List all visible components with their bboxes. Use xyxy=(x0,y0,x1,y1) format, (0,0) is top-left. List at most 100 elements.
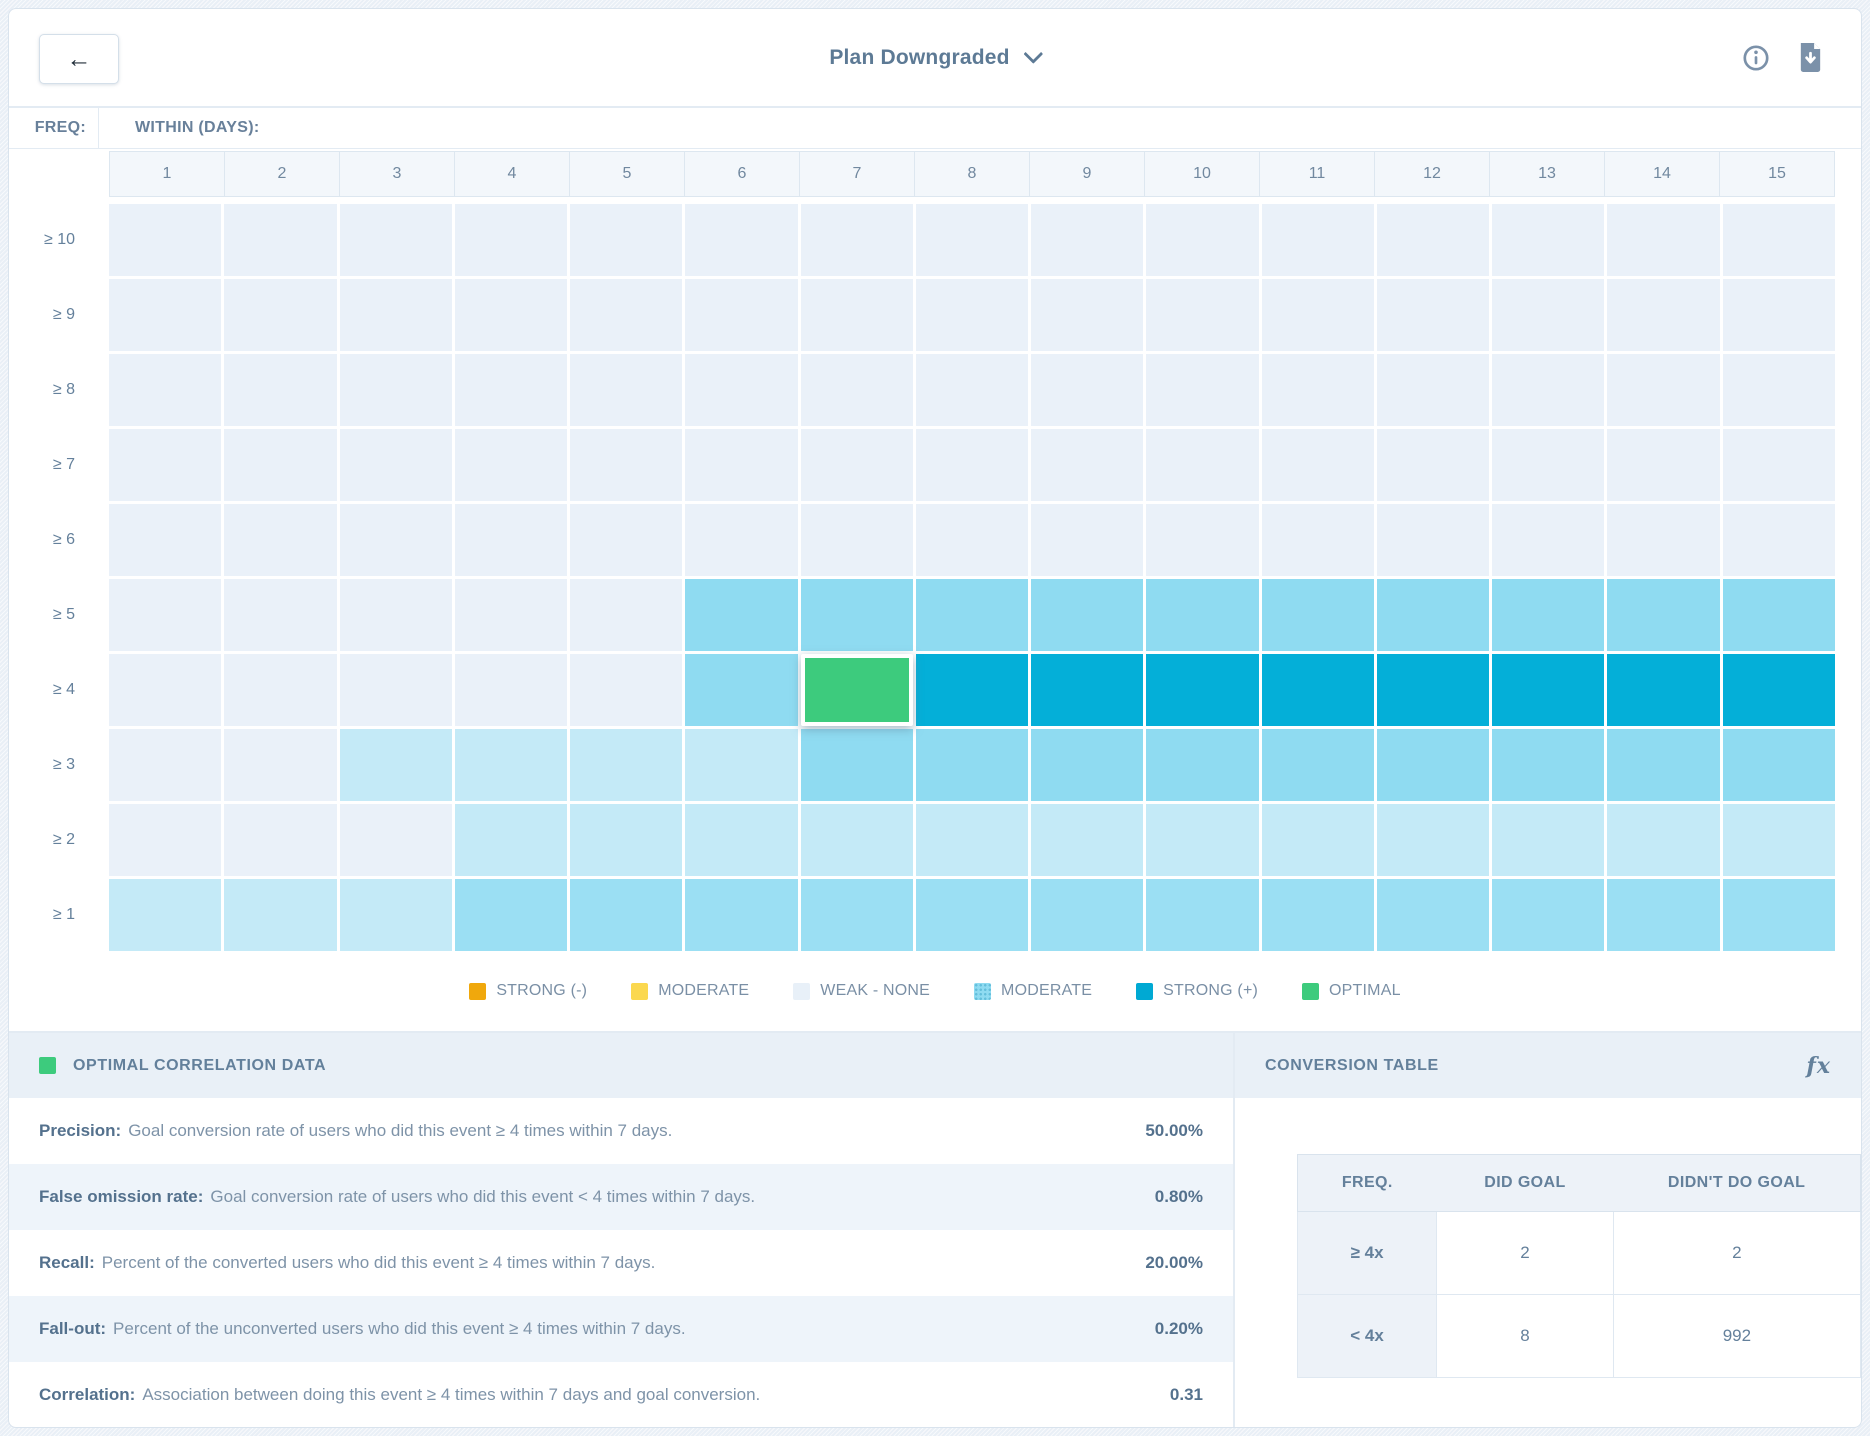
heatmap-cell[interactable] xyxy=(224,504,336,576)
heatmap-cell[interactable] xyxy=(1492,579,1604,651)
heatmap-cell[interactable] xyxy=(1607,204,1719,276)
heatmap-cell[interactable] xyxy=(455,729,567,801)
heatmap-cell[interactable] xyxy=(455,504,567,576)
heatmap-cell[interactable] xyxy=(1262,579,1374,651)
heatmap-cell[interactable] xyxy=(1031,279,1143,351)
heatmap-cell[interactable] xyxy=(1723,429,1835,501)
heatmap-cell[interactable] xyxy=(685,204,797,276)
heatmap-cell[interactable] xyxy=(916,804,1028,876)
heatmap-cell[interactable] xyxy=(685,504,797,576)
heatmap-cell[interactable] xyxy=(224,354,336,426)
heatmap-cell[interactable] xyxy=(1723,804,1835,876)
heatmap-cell[interactable] xyxy=(1031,879,1143,951)
heatmap-cell[interactable] xyxy=(570,729,682,801)
heatmap-cell[interactable] xyxy=(916,579,1028,651)
heatmap-cell[interactable] xyxy=(916,279,1028,351)
heatmap-cell[interactable] xyxy=(1492,804,1604,876)
heatmap-cell[interactable] xyxy=(1146,354,1258,426)
heatmap-cell[interactable] xyxy=(1607,354,1719,426)
heatmap-cell[interactable] xyxy=(685,879,797,951)
heatmap-cell[interactable] xyxy=(1377,879,1489,951)
heatmap-cell[interactable] xyxy=(1377,204,1489,276)
heatmap-cell[interactable] xyxy=(1262,279,1374,351)
heatmap-cell[interactable] xyxy=(109,204,221,276)
heatmap-cell[interactable] xyxy=(1262,804,1374,876)
heatmap-cell[interactable] xyxy=(1723,879,1835,951)
heatmap-cell[interactable] xyxy=(1262,504,1374,576)
heatmap-cell[interactable] xyxy=(340,579,452,651)
heatmap-cell[interactable] xyxy=(1377,429,1489,501)
heatmap-cell[interactable] xyxy=(1146,204,1258,276)
heatmap-cell[interactable] xyxy=(801,729,913,801)
heatmap-cell[interactable] xyxy=(455,279,567,351)
heatmap-cell[interactable] xyxy=(1031,729,1143,801)
heatmap-cell[interactable] xyxy=(109,279,221,351)
heatmap-cell[interactable] xyxy=(1031,429,1143,501)
heatmap-cell[interactable] xyxy=(685,354,797,426)
heatmap-cell[interactable] xyxy=(801,354,913,426)
heatmap-cell[interactable] xyxy=(685,654,797,726)
heatmap-cell[interactable] xyxy=(1146,879,1258,951)
heatmap-cell[interactable] xyxy=(109,879,221,951)
heatmap-cell[interactable] xyxy=(1031,354,1143,426)
download-icon[interactable] xyxy=(1798,43,1823,72)
heatmap-cell[interactable] xyxy=(1492,354,1604,426)
heatmap-cell[interactable] xyxy=(1377,654,1489,726)
heatmap-cell[interactable] xyxy=(1607,804,1719,876)
heatmap-cell[interactable] xyxy=(1377,354,1489,426)
heatmap-cell[interactable] xyxy=(916,654,1028,726)
heatmap-cell[interactable] xyxy=(1723,204,1835,276)
heatmap-cell[interactable] xyxy=(1262,204,1374,276)
heatmap-cell[interactable] xyxy=(1607,879,1719,951)
heatmap-cell[interactable] xyxy=(1723,504,1835,576)
heatmap-cell[interactable] xyxy=(1146,579,1258,651)
heatmap-cell[interactable] xyxy=(1723,654,1835,726)
heatmap-cell[interactable] xyxy=(801,879,913,951)
heatmap-cell[interactable] xyxy=(916,204,1028,276)
heatmap-cell[interactable] xyxy=(1377,804,1489,876)
heatmap-cell[interactable] xyxy=(1377,579,1489,651)
heatmap-cell[interactable] xyxy=(1607,504,1719,576)
heatmap-cell[interactable] xyxy=(455,429,567,501)
heatmap-cell[interactable] xyxy=(1492,504,1604,576)
heatmap-cell[interactable] xyxy=(340,504,452,576)
heatmap-cell[interactable] xyxy=(455,804,567,876)
heatmap-cell[interactable] xyxy=(1723,579,1835,651)
heatmap-cell[interactable] xyxy=(1723,279,1835,351)
fx-formula-icon[interactable]: fx xyxy=(1806,1053,1831,1079)
heatmap-cell[interactable] xyxy=(1492,729,1604,801)
heatmap-cell[interactable] xyxy=(801,579,913,651)
heatmap-cell[interactable] xyxy=(340,429,452,501)
heatmap-cell[interactable] xyxy=(570,279,682,351)
heatmap-cell[interactable] xyxy=(1377,279,1489,351)
heatmap-cell[interactable] xyxy=(1031,579,1143,651)
heatmap-cell[interactable] xyxy=(455,654,567,726)
heatmap-cell[interactable] xyxy=(685,279,797,351)
heatmap-cell[interactable] xyxy=(109,579,221,651)
heatmap-cell[interactable] xyxy=(1262,729,1374,801)
heatmap-cell[interactable] xyxy=(109,729,221,801)
heatmap-cell[interactable] xyxy=(916,729,1028,801)
heatmap-cell[interactable] xyxy=(1146,729,1258,801)
back-button[interactable]: ← xyxy=(39,34,119,84)
heatmap-cell[interactable] xyxy=(340,804,452,876)
heatmap-cell[interactable] xyxy=(1492,879,1604,951)
heatmap-cell[interactable] xyxy=(224,654,336,726)
heatmap-cell[interactable] xyxy=(801,804,913,876)
heatmap-cell[interactable] xyxy=(1492,654,1604,726)
heatmap-cell[interactable] xyxy=(1031,204,1143,276)
heatmap-cell[interactable] xyxy=(570,504,682,576)
heatmap-cell[interactable] xyxy=(801,504,913,576)
heatmap-cell[interactable] xyxy=(916,429,1028,501)
heatmap-cell[interactable] xyxy=(1031,504,1143,576)
heatmap-cell[interactable] xyxy=(1723,354,1835,426)
heatmap-cell[interactable] xyxy=(570,204,682,276)
heatmap-cell[interactable] xyxy=(801,429,913,501)
heatmap-cell[interactable] xyxy=(109,504,221,576)
heatmap-cell[interactable] xyxy=(1377,504,1489,576)
heatmap-cell[interactable] xyxy=(1492,279,1604,351)
event-selector[interactable]: Plan Downgraded xyxy=(829,9,1040,106)
heatmap-cell[interactable] xyxy=(455,579,567,651)
heatmap-cell[interactable] xyxy=(455,204,567,276)
heatmap-cell[interactable] xyxy=(685,804,797,876)
